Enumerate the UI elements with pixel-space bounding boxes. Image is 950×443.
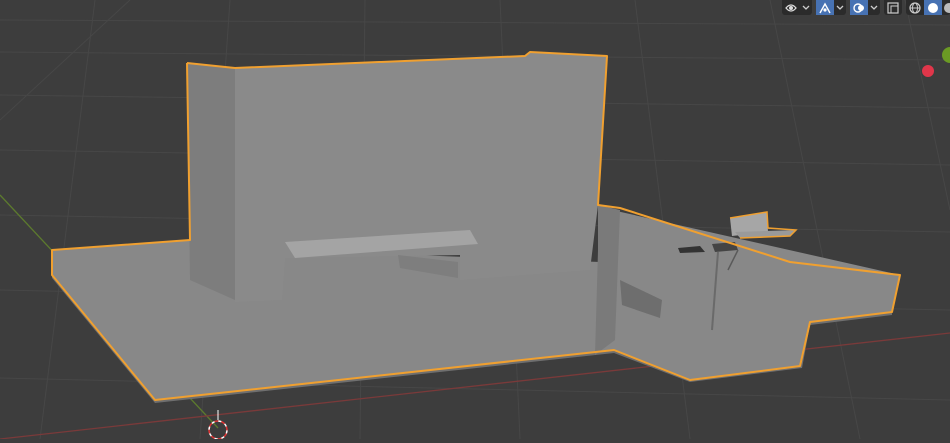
chevron-down-icon [836,5,844,11]
wall-back-face [187,63,235,300]
3d-viewport[interactable] [0,0,950,443]
shading-solid-button[interactable] [924,0,942,15]
xray-group [884,0,902,15]
overlay-dropdown[interactable] [868,0,880,15]
solid-icon [926,1,940,15]
shading-group [906,0,950,15]
overlay-toggle-button[interactable] [850,0,868,15]
material-preview-icon [942,1,950,15]
xray-icon [886,1,900,15]
shading-wireframe-button[interactable] [906,0,924,15]
view-object-types-button[interactable] [782,0,800,15]
gizmo-arrows-icon [818,1,832,15]
gizmo-toggle-button[interactable] [816,0,834,15]
nav-gizmo-x-axis[interactable] [922,65,934,77]
gizmo-dropdown[interactable] [834,0,846,15]
gizmo-group [816,0,846,15]
viewport-header [782,0,950,16]
overlay-group [850,0,880,15]
nav-gizmo-y-axis[interactable] [942,47,950,63]
xray-toggle-button[interactable] [884,0,902,15]
mesh-object[interactable] [51,51,901,403]
chevron-down-icon [870,5,878,11]
overlay-circles-icon [852,1,866,15]
selectability-group [782,0,812,15]
viewport-canvas[interactable] [0,0,950,443]
view-object-types-dropdown[interactable] [800,0,812,15]
shading-material-button[interactable] [942,0,950,15]
wireframe-icon [908,1,922,15]
eye-pointer-icon [784,1,798,15]
chevron-down-icon [802,5,810,11]
